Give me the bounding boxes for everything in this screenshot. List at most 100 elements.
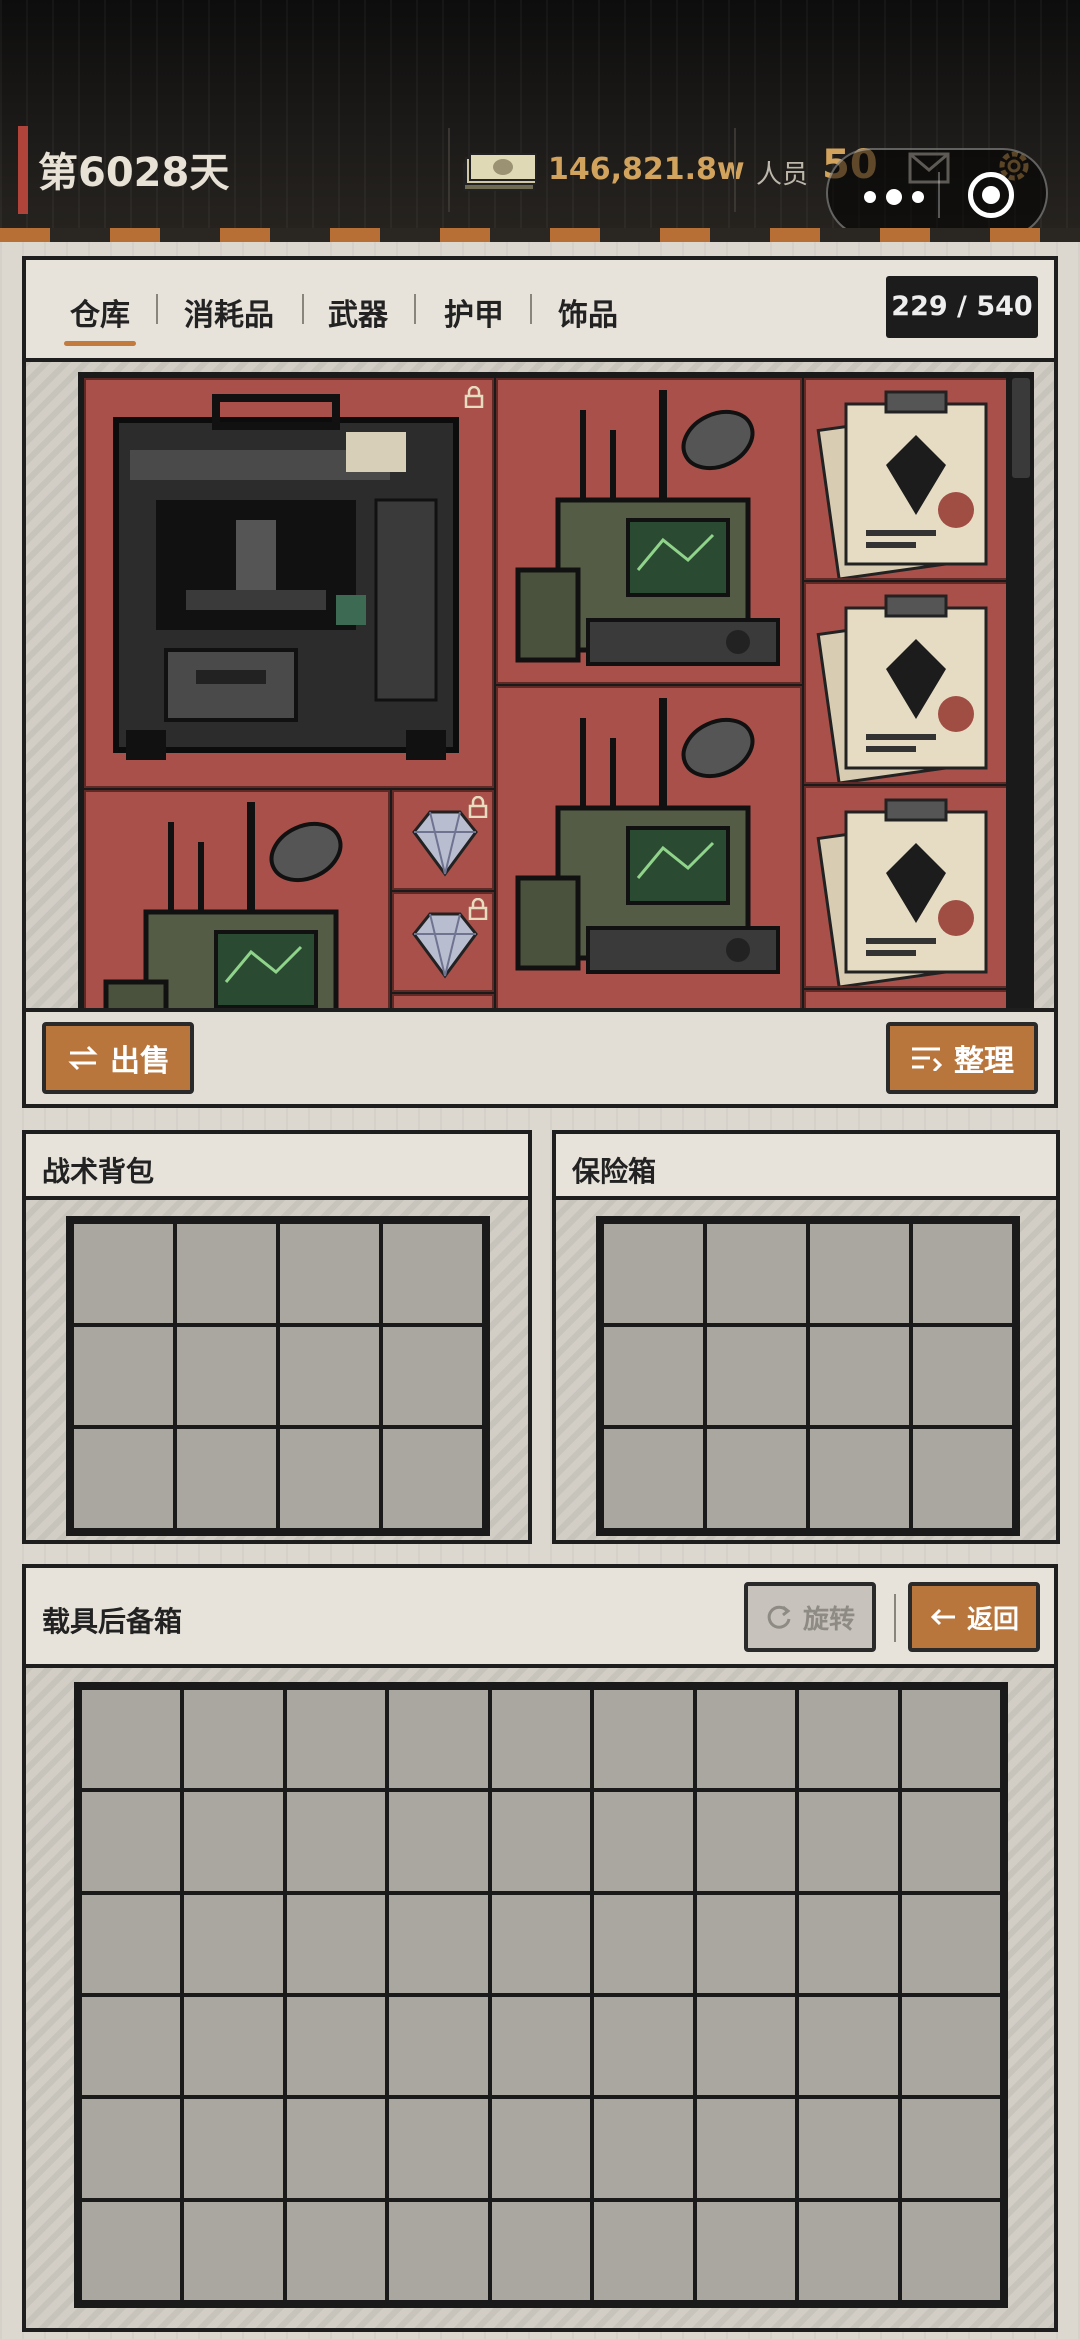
grid-cell[interactable] xyxy=(182,2097,285,2200)
intel-documents-item[interactable] xyxy=(804,582,1006,784)
grid-cell[interactable] xyxy=(489,1790,593,1893)
grid-cell[interactable] xyxy=(899,2097,1002,2200)
grid-cell[interactable] xyxy=(387,1892,490,1995)
grid-cell[interactable] xyxy=(797,2097,900,2200)
grid-cell[interactable] xyxy=(899,1995,1002,2098)
grid-cell[interactable] xyxy=(602,1222,705,1325)
grid-cell[interactable] xyxy=(489,1688,593,1791)
grid-cell[interactable] xyxy=(911,1324,1014,1428)
grid-cell[interactable] xyxy=(175,1324,278,1428)
safebox-grid[interactable] xyxy=(596,1216,1020,1536)
grid-cell[interactable] xyxy=(602,1427,705,1530)
grid-cell[interactable] xyxy=(911,1222,1014,1325)
grid-cell[interactable] xyxy=(592,1995,695,2098)
grid-cell[interactable] xyxy=(381,1324,484,1428)
grid-cell[interactable] xyxy=(797,1790,900,1893)
tab-accessories[interactable]: 饰品 xyxy=(558,290,618,334)
scrollbar-thumb[interactable] xyxy=(1012,378,1030,478)
grid-cell[interactable] xyxy=(278,1222,381,1325)
tab-warehouse[interactable]: 仓库 xyxy=(64,290,136,346)
grid-cell[interactable] xyxy=(387,2097,490,2200)
grid-cell[interactable] xyxy=(808,1222,911,1325)
grid-cell[interactable] xyxy=(182,1790,285,1893)
grid-cell[interactable] xyxy=(602,1324,705,1428)
grid-cell[interactable] xyxy=(705,1324,808,1428)
grid-cell[interactable] xyxy=(899,1790,1002,1893)
tab-armor[interactable]: 护甲 xyxy=(444,290,504,334)
sell-button[interactable]: 出售 xyxy=(42,1022,194,1094)
tab-weapons[interactable]: 武器 xyxy=(328,290,388,334)
warehouse-scrollbar[interactable] xyxy=(1008,372,1034,1020)
grid-cell[interactable] xyxy=(489,2097,593,2200)
grid-cell[interactable] xyxy=(387,1790,490,1893)
grid-cell[interactable] xyxy=(489,1892,593,1995)
grid-cell[interactable] xyxy=(489,2199,593,2302)
grid-cell[interactable] xyxy=(284,1995,388,2098)
grid-cell[interactable] xyxy=(175,1427,278,1530)
grid-cell[interactable] xyxy=(387,1995,490,2098)
grid-cell[interactable] xyxy=(182,1995,285,2098)
grid-cell[interactable] xyxy=(797,1892,900,1995)
grid-cell[interactable] xyxy=(694,2199,798,2302)
radio-station-item[interactable] xyxy=(496,378,802,684)
grid-cell[interactable] xyxy=(80,1790,183,1893)
grid-cell[interactable] xyxy=(80,2199,183,2302)
grid-cell[interactable] xyxy=(808,1427,911,1530)
grid-cell[interactable] xyxy=(80,1995,183,2098)
rotate-button[interactable]: 旋转 xyxy=(744,1582,876,1652)
diamond-item[interactable] xyxy=(392,892,494,992)
grid-cell[interactable] xyxy=(899,1892,1002,1995)
grid-cell[interactable] xyxy=(387,2199,490,2302)
grid-cell[interactable] xyxy=(797,1995,900,2098)
grid-cell[interactable] xyxy=(899,2199,1002,2302)
grid-cell[interactable] xyxy=(80,1688,183,1791)
grid-cell[interactable] xyxy=(175,1222,278,1325)
more-icon[interactable] xyxy=(864,180,934,210)
grid-cell[interactable] xyxy=(72,1324,175,1428)
grid-cell[interactable] xyxy=(489,1995,593,2098)
grid-cell[interactable] xyxy=(284,1688,388,1791)
grid-cell[interactable] xyxy=(284,1892,388,1995)
back-button[interactable]: 返回 xyxy=(908,1582,1040,1652)
intel-documents-item[interactable] xyxy=(804,378,1006,580)
radio-station-item[interactable] xyxy=(496,686,802,1014)
grid-cell[interactable] xyxy=(705,1427,808,1530)
grid-cell[interactable] xyxy=(284,2097,388,2200)
grid-cell[interactable] xyxy=(705,1222,808,1325)
grid-cell[interactable] xyxy=(797,2199,900,2302)
grid-cell[interactable] xyxy=(182,2199,285,2302)
warehouse-grid[interactable] xyxy=(78,372,1012,1020)
diamond-item[interactable] xyxy=(392,790,494,890)
tab-consumables[interactable]: 消耗品 xyxy=(184,290,274,334)
backpack-grid[interactable] xyxy=(66,1216,490,1536)
grid-cell[interactable] xyxy=(80,1892,183,1995)
mini-program-capsule[interactable] xyxy=(826,148,1048,238)
grid-cell[interactable] xyxy=(182,1688,285,1791)
grid-cell[interactable] xyxy=(387,1688,490,1791)
sort-button[interactable]: 整理 xyxy=(886,1022,1038,1094)
grid-cell[interactable] xyxy=(808,1324,911,1428)
grid-cell[interactable] xyxy=(72,1222,175,1325)
grid-cell[interactable] xyxy=(899,1688,1002,1791)
grid-cell[interactable] xyxy=(278,1324,381,1428)
grid-cell[interactable] xyxy=(694,1995,798,2098)
grid-cell[interactable] xyxy=(694,1688,798,1791)
grid-cell[interactable] xyxy=(592,1790,695,1893)
grid-cell[interactable] xyxy=(694,1892,798,1995)
grid-cell[interactable] xyxy=(284,1790,388,1893)
fabricator-machine-item[interactable] xyxy=(84,378,494,788)
grid-cell[interactable] xyxy=(592,1892,695,1995)
grid-cell[interactable] xyxy=(592,2097,695,2200)
grid-cell[interactable] xyxy=(182,1892,285,1995)
grid-cell[interactable] xyxy=(381,1427,484,1530)
grid-cell[interactable] xyxy=(694,2097,798,2200)
grid-cell[interactable] xyxy=(592,2199,695,2302)
grid-cell[interactable] xyxy=(278,1427,381,1530)
grid-cell[interactable] xyxy=(284,2199,388,2302)
trunk-grid[interactable] xyxy=(74,1682,1008,2308)
grid-cell[interactable] xyxy=(911,1427,1014,1530)
grid-cell[interactable] xyxy=(381,1222,484,1325)
grid-cell[interactable] xyxy=(694,1790,798,1893)
intel-documents-item[interactable] xyxy=(804,786,1006,988)
close-target-icon[interactable] xyxy=(968,172,1014,218)
